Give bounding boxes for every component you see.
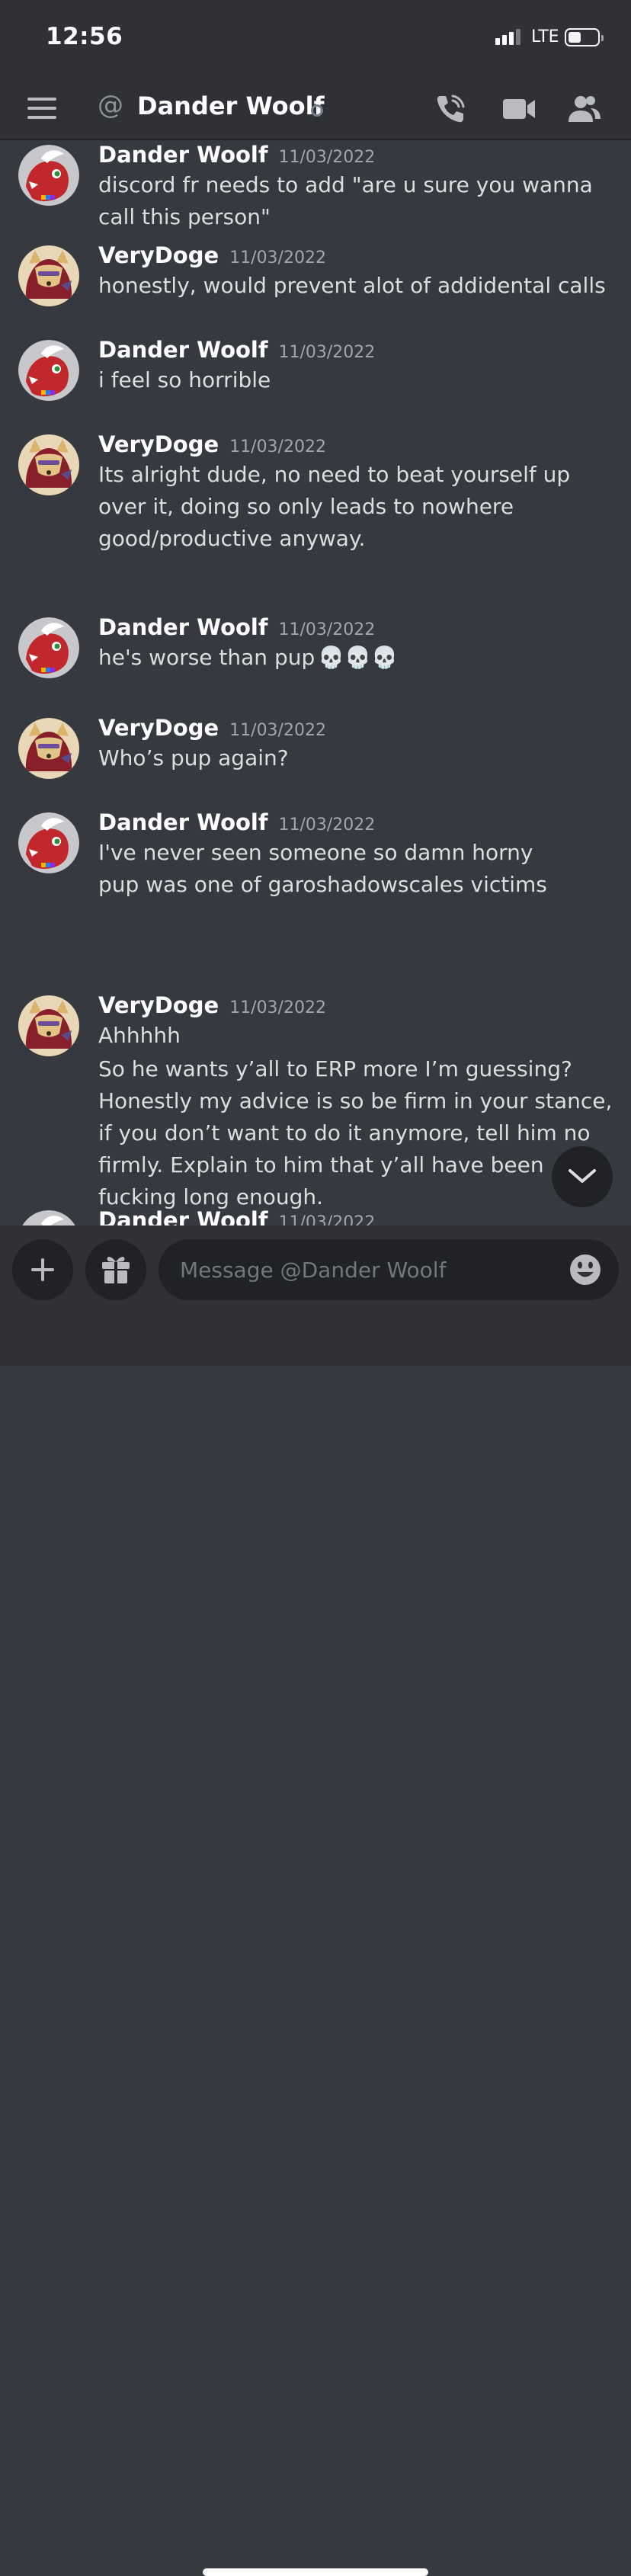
avatar[interactable]: [18, 434, 79, 495]
message-text: Who’s pup again?: [98, 742, 617, 774]
message-text-content: discord fr needs to add "are u sure you …: [98, 172, 593, 229]
username[interactable]: Dander Woolf 11/03/2022: [98, 1207, 375, 1226]
message-timestamp: 11/03/2022: [278, 343, 376, 362]
username-label[interactable]: VeryDoge: [98, 992, 219, 1018]
message-timestamp: 11/03/2022: [229, 721, 326, 740]
username-label[interactable]: Dander Woolf: [98, 809, 267, 835]
avatar[interactable]: [18, 145, 79, 206]
message-text: pup was one of garoshadowscales victims: [98, 869, 617, 901]
add-attachment-button[interactable]: [12, 1239, 73, 1300]
message-text-content: i feel so horrible: [98, 367, 271, 392]
message-text-content: So he wants y’all to ERP more I’m guessi…: [98, 1056, 613, 1210]
message-text-content: honestly, would prevent alot of addident…: [98, 273, 606, 298]
video-call-icon[interactable]: [501, 91, 537, 127]
message-text: Its alright dude, no need to beat yourse…: [98, 459, 617, 555]
phone-call-icon[interactable]: [433, 91, 468, 127]
message-text: discord fr needs to add "are u sure you …: [98, 169, 617, 233]
gift-icon: [102, 1257, 130, 1283]
message-text: I've never seen someone so damn horny: [98, 837, 617, 869]
message-text: i feel so horrible: [98, 364, 617, 396]
offline-status-icon: [311, 104, 323, 117]
battery-icon: [565, 28, 604, 46]
avatar[interactable]: [18, 617, 79, 678]
emoji-button[interactable]: [569, 1253, 602, 1286]
message-text: So he wants y’all to ERP more I’m guessi…: [98, 1053, 617, 1213]
message-input[interactable]: [159, 1239, 619, 1300]
username-label[interactable]: Dander Woolf: [98, 142, 267, 168]
message-text: Ahhhhh: [98, 1020, 617, 1052]
username-label[interactable]: VeryDoge: [98, 715, 219, 741]
message-text: honestly, would prevent alot of addident…: [98, 270, 617, 302]
scroll-to-bottom-button[interactable]: [552, 1146, 613, 1207]
username[interactable]: VeryDoge 11/03/2022: [98, 992, 326, 1018]
message-timestamp: 11/03/2022: [278, 815, 376, 835]
message-timestamp: 11/03/2022: [278, 1213, 376, 1226]
message-text-content: pup was one of garoshadowscales victims: [98, 872, 547, 897]
message-timestamp: 11/03/2022: [229, 998, 326, 1017]
message-text: he's worse than pup 💀💀💀: [98, 642, 617, 674]
message-text-content: Ahhhhh: [98, 1023, 181, 1048]
members-icon[interactable]: [567, 91, 602, 127]
username[interactable]: Dander Woolf 11/03/2022: [98, 614, 375, 640]
message-text-content: he's worse than pup: [98, 645, 316, 670]
network-label: LTE: [531, 27, 559, 46]
username-label[interactable]: Dander Woolf: [98, 614, 267, 640]
username[interactable]: Dander Woolf 11/03/2022: [98, 142, 375, 168]
username[interactable]: VeryDoge 11/03/2022: [98, 715, 326, 741]
chevron-down-icon: [569, 1169, 596, 1183]
status-time: 12:56: [46, 23, 123, 50]
username[interactable]: VeryDoge 11/03/2022: [98, 431, 326, 457]
username[interactable]: VeryDoge 11/03/2022: [98, 242, 326, 268]
dm-title[interactable]: Dander Woolf: [137, 91, 324, 120]
username-label[interactable]: VeryDoge: [98, 242, 219, 268]
smiley-icon: [570, 1254, 601, 1285]
avatar[interactable]: [18, 245, 79, 306]
chat-header: @ Dander Woolf: [0, 76, 631, 140]
message-text-content: I've never seen someone so damn horny: [98, 840, 533, 865]
message-list[interactable]: Dander Woolf 11/03/2022 discord fr needs t…: [0, 142, 631, 1226]
avatar[interactable]: [18, 812, 79, 873]
message-timestamp: 11/03/2022: [229, 248, 326, 268]
username[interactable]: Dander Woolf 11/03/2022: [98, 809, 375, 835]
home-indicator: [203, 2568, 428, 2576]
avatar[interactable]: [18, 995, 79, 1056]
skull-emoji: 💀💀💀: [318, 645, 398, 670]
message-timestamp: 11/03/2022: [278, 148, 376, 167]
avatar[interactable]: [18, 1210, 79, 1226]
avatar[interactable]: [18, 340, 79, 401]
username-label[interactable]: Dander Woolf: [98, 1207, 267, 1226]
message-text-content: Who’s pup again?: [98, 745, 289, 771]
plus-icon: [31, 1258, 54, 1281]
username[interactable]: Dander Woolf 11/03/2022: [98, 337, 375, 363]
menu-icon[interactable]: [27, 96, 58, 120]
username-label[interactable]: Dander Woolf: [98, 337, 267, 363]
at-icon: @: [98, 90, 123, 120]
avatar[interactable]: [18, 718, 79, 779]
message-text-content: Its alright dude, no need to beat yourse…: [98, 462, 571, 551]
message-timestamp: 11/03/2022: [229, 437, 326, 457]
gift-button[interactable]: [85, 1239, 146, 1300]
username-label[interactable]: VeryDoge: [98, 431, 219, 457]
status-bar: 12:56 LTE: [0, 0, 631, 76]
composer-bar: [0, 1226, 631, 2576]
signal-icon: [495, 29, 523, 45]
message-timestamp: 11/03/2022: [278, 620, 376, 639]
